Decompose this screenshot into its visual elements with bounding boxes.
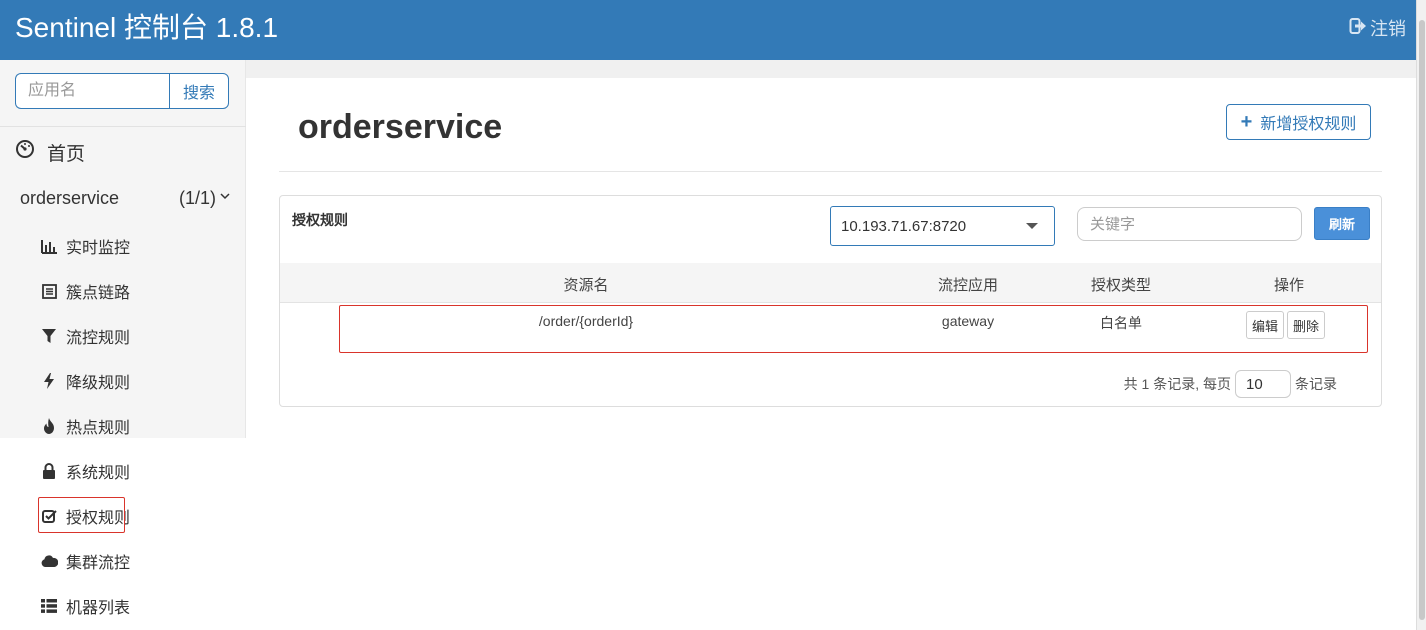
sidebar-item-label: 实时监控 (66, 240, 131, 257)
app-machine-count: (1/1) (178, 188, 216, 208)
app-search-group: 搜索 (15, 73, 229, 109)
sidebar-item-label: 首页 (47, 143, 86, 165)
pagination: 共 1 条记录, 每页 10 条记录 (1124, 370, 1337, 398)
cloud-icon (40, 552, 58, 570)
lock-icon (40, 462, 58, 480)
column-header-resource: 资源名 (563, 277, 609, 294)
sidebar-item-realtime-monitor[interactable]: 实时监控 (40, 234, 130, 258)
column-header-limit-app: 流控应用 (937, 277, 999, 294)
sidebar: 搜索 首页 orderservice (1/1) 实时监控 (0, 60, 246, 630)
pager-suffix: 条记录 (1295, 376, 1337, 392)
plus-icon: + (1240, 111, 1253, 133)
scrollbar-thumb[interactable] (1419, 20, 1425, 620)
column-header-actions: 操作 (1273, 277, 1305, 294)
chevron-down-icon (220, 188, 230, 203)
machine-select[interactable]: 10.193.71.67:8720 (830, 206, 1055, 246)
delete-rule-button[interactable]: 删除 (1287, 311, 1326, 339)
sidebar-item-label: 授权规则 (66, 510, 131, 527)
filter-icon (40, 327, 58, 345)
page-size-input[interactable]: 10 (1235, 370, 1291, 398)
logout-link[interactable]: 注销 (1349, 17, 1406, 41)
edit-rule-button[interactable]: 编辑 (1246, 311, 1285, 339)
app-search-input[interactable] (15, 73, 169, 109)
sidebar-item-label: 系统规则 (66, 465, 131, 482)
logout-icon (1349, 17, 1367, 41)
table-header: 资源名 流控应用 授权类型 操作 (280, 263, 1381, 303)
sidebar-item-cluster-flow[interactable]: 集群流控 (40, 549, 130, 573)
page-scrollbar[interactable] (1416, 0, 1426, 630)
sidebar-item-label: 热点规则 (66, 420, 131, 437)
fire-icon (40, 417, 58, 435)
row-actions: 编辑 删除 (1246, 311, 1326, 339)
column-header-strategy: 授权类型 (1090, 277, 1152, 294)
refresh-button[interactable]: 刷新 (1314, 207, 1370, 240)
page-title: orderservice (298, 108, 503, 146)
sidebar-item-label: 流控规则 (66, 330, 131, 347)
sidebar-item-label: 集群流控 (66, 555, 131, 572)
sidebar-item-hotspot-rules[interactable]: 热点规则 (40, 414, 130, 438)
main-content: orderservice + 新增授权规则 授权规则 10.193.71.67:… (246, 78, 1416, 630)
add-button-label: 新增授权规则 (1260, 116, 1357, 133)
title-divider (279, 171, 1382, 172)
caret-down-icon (1026, 223, 1038, 229)
add-authority-rule-button[interactable]: + 新增授权规则 (1226, 104, 1371, 140)
panel-title: 授权规则 (292, 212, 348, 228)
dashboard-icon (15, 139, 35, 165)
th-list-icon (40, 597, 58, 615)
logout-label: 注销 (1370, 19, 1406, 39)
sidebar-item-cluster-point[interactable]: 簇点链路 (40, 279, 130, 303)
cell-resource: /order/{orderId} (538, 313, 634, 329)
sidebar-item-label: 簇点链路 (66, 285, 131, 302)
sidebar-item-label: 机器列表 (66, 600, 131, 617)
sidebar-divider (0, 126, 246, 127)
cell-limit-app: gateway (941, 313, 995, 329)
cell-strategy: 白名单 (1100, 315, 1142, 331)
sidebar-item-home[interactable]: 首页 (15, 138, 85, 166)
authority-rules-panel: 授权规则 10.193.71.67:8720 刷新 资源名 流控应用 授权类型 … (279, 195, 1382, 407)
sidebar-item-authority-rules[interactable]: 授权规则 (37, 497, 131, 533)
app-name: orderservice (20, 188, 120, 208)
table-row (339, 305, 1368, 353)
keyword-search-input[interactable] (1077, 207, 1302, 241)
check-icon (40, 507, 58, 525)
sidebar-item-label: 降级规则 (66, 375, 131, 392)
top-navbar: Sentinel 控制台 1.8.1 注销 (0, 0, 1416, 60)
app-search-button[interactable]: 搜索 (169, 73, 229, 109)
sidebar-item-system-rules[interactable]: 系统规则 (40, 459, 130, 483)
sidebar-item-flow-rules[interactable]: 流控规则 (40, 324, 130, 348)
sidebar-app-orderservice[interactable]: orderservice (1/1) (20, 188, 234, 212)
pager-total-text: 共 1 条记录, 每页 (1123, 376, 1231, 392)
bar-chart-icon (40, 237, 58, 255)
brand-title[interactable]: Sentinel 控制台 1.8.1 (15, 10, 278, 46)
sidebar-item-machine-list[interactable]: 机器列表 (40, 594, 130, 618)
list-alt-icon (40, 282, 58, 300)
sidebar-item-degrade-rules[interactable]: 降级规则 (40, 369, 130, 393)
flash-icon (40, 372, 58, 390)
machine-select-value: 10.193.71.67:8720 (841, 217, 967, 235)
